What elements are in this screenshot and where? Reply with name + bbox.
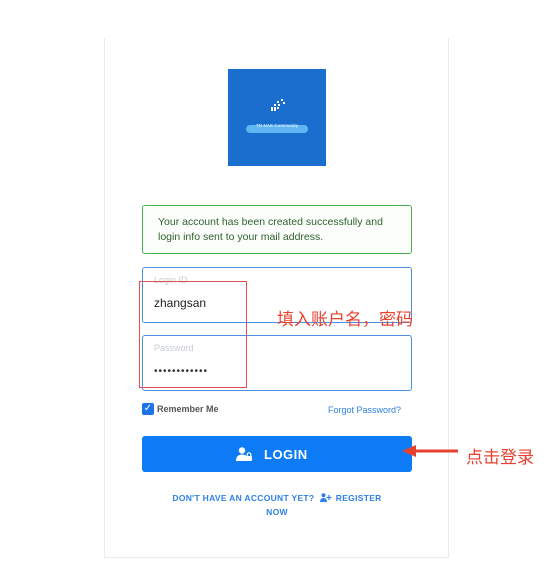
login-button[interactable]: LOGIN <box>142 436 412 472</box>
remember-me-label: Remember Me <box>157 404 219 414</box>
signup-prompt-text: DON'T HAVE AN ACCOUNT YET? <box>172 493 315 503</box>
signup-prompt: DON'T HAVE AN ACCOUNT YET? REGISTER NOW <box>142 491 412 519</box>
annotation-arrow-icon <box>402 445 458 457</box>
success-alert: Your account has been created successful… <box>142 205 412 254</box>
register-link-part2[interactable]: NOW <box>142 505 412 519</box>
register-link-part1[interactable]: REGISTER <box>336 493 382 503</box>
logo: TN NAS Community <box>228 69 326 166</box>
user-plus-icon <box>320 493 332 502</box>
user-lock-icon <box>236 447 252 461</box>
login-button-label: LOGIN <box>264 447 308 462</box>
logo-text: TN NAS Community <box>255 123 299 128</box>
annotation-click-login: 点击登录 <box>466 448 534 467</box>
logo-dots-icon <box>271 99 285 111</box>
annotation-fill-credentials: 填入账户名，密码 <box>277 310 413 329</box>
annotation-highlight-box <box>139 281 247 388</box>
forgot-password-link[interactable]: Forgot Password? <box>328 405 401 415</box>
checkbox-checked-icon[interactable]: ✓ <box>142 403 154 415</box>
